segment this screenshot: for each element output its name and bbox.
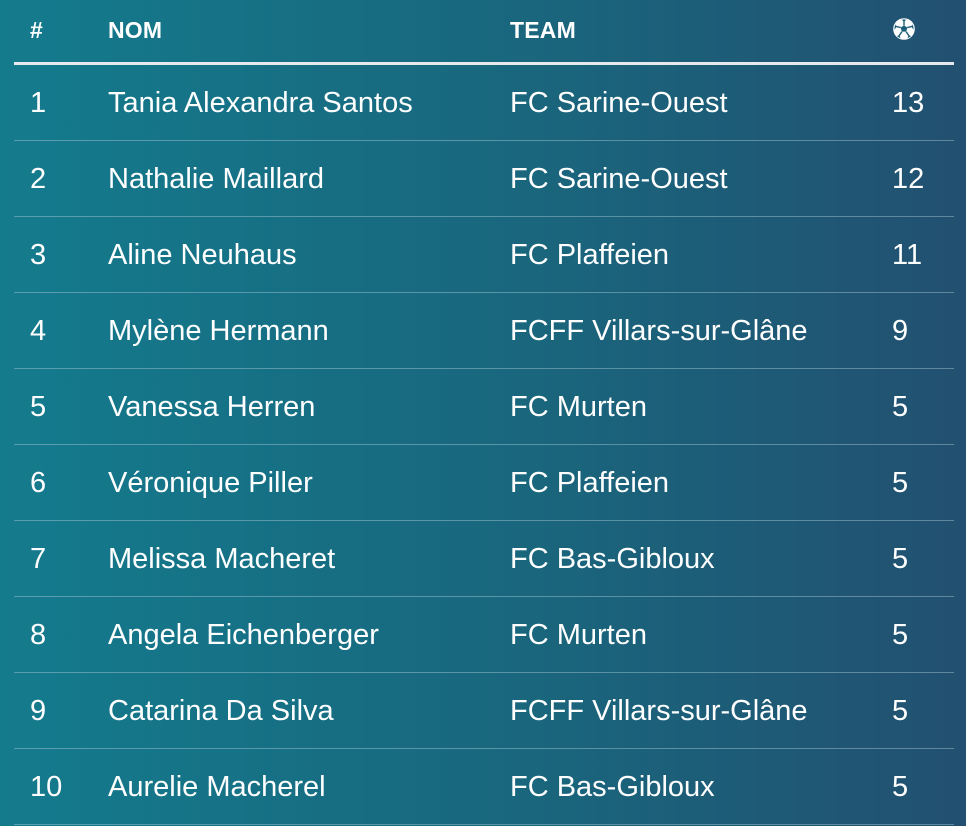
row-team-name: FC Murten bbox=[510, 619, 647, 651]
row-goals: 5 bbox=[892, 391, 909, 423]
row-rank: 1 bbox=[30, 87, 47, 119]
row-team-name: FC Murten bbox=[510, 391, 647, 423]
scorers-table: # NOM TEAM 1 Tania Alexandra Santos FC Sar… bbox=[14, 0, 954, 825]
table-row[interactable]: 8 Angela Eichenberger FC Murten 5 bbox=[14, 597, 954, 673]
soccer-ball-icon bbox=[892, 17, 916, 41]
row-rank: 7 bbox=[30, 543, 47, 575]
row-goals: 5 bbox=[892, 771, 909, 803]
table-row[interactable]: 7 Melissa Macheret FC Bas-Gibloux 5 bbox=[14, 521, 954, 597]
row-goals: 5 bbox=[892, 619, 909, 651]
header-goals[interactable] bbox=[892, 17, 916, 44]
table-body: 1 Tania Alexandra Santos FC Sarine-Ouest 13… bbox=[14, 65, 954, 825]
row-player-name: Véronique Piller bbox=[108, 467, 313, 499]
table-row[interactable]: 4 Mylène Hermann FCFF Villars-sur-Glâne 9 bbox=[14, 293, 954, 369]
row-team-name: FCFF Villars-sur-Glâne bbox=[510, 695, 808, 727]
row-team-name: FC Bas-Gibloux bbox=[510, 771, 715, 803]
row-team-name: FC Plaffeien bbox=[510, 239, 670, 271]
row-rank: 9 bbox=[30, 695, 47, 727]
row-team-name: FC Sarine-Ouest bbox=[510, 163, 728, 195]
header-rank: # bbox=[30, 17, 43, 43]
row-player-name: Aline Neuhaus bbox=[108, 239, 297, 271]
table-row[interactable]: 5 Vanessa Herren FC Murten 5 bbox=[14, 369, 954, 445]
row-rank: 5 bbox=[30, 391, 47, 423]
row-player-name: Nathalie Maillard bbox=[108, 163, 324, 195]
row-goals: 9 bbox=[892, 315, 909, 347]
header-team[interactable]: TEAM bbox=[510, 17, 576, 44]
row-player-name: Catarina Da Silva bbox=[108, 695, 334, 727]
table-row[interactable]: 10 Aurelie Macherel FC Bas-Gibloux 5 bbox=[14, 749, 954, 825]
row-player-name: Angela Eichenberger bbox=[108, 619, 379, 651]
row-team-name: FC Bas-Gibloux bbox=[510, 543, 715, 575]
row-goals: 5 bbox=[892, 695, 909, 727]
table-row[interactable]: 2 Nathalie Maillard FC Sarine-Ouest 12 bbox=[14, 141, 954, 217]
row-rank: 3 bbox=[30, 239, 47, 271]
row-goals: 5 bbox=[892, 543, 909, 575]
table-row[interactable]: 9 Catarina Da Silva FCFF Villars-sur-Glâne… bbox=[14, 673, 954, 749]
row-rank: 8 bbox=[30, 619, 47, 651]
row-player-name: Melissa Macheret bbox=[108, 543, 336, 575]
row-goals: 12 bbox=[892, 163, 925, 195]
row-team-name: FCFF Villars-sur-Glâne bbox=[510, 315, 808, 347]
header-name[interactable]: NOM bbox=[108, 17, 162, 44]
row-player-name: Aurelie Macherel bbox=[108, 771, 326, 803]
row-player-name: Mylène Hermann bbox=[108, 315, 329, 347]
row-rank: 2 bbox=[30, 163, 47, 195]
row-rank: 4 bbox=[30, 315, 47, 347]
table-header: # NOM TEAM bbox=[14, 0, 954, 65]
row-team-name: FC Plaffeien bbox=[510, 467, 670, 499]
row-player-name: Vanessa Herren bbox=[108, 391, 316, 423]
row-player-name: Tania Alexandra Santos bbox=[108, 87, 413, 119]
table-row[interactable]: 1 Tania Alexandra Santos FC Sarine-Ouest 13 bbox=[14, 65, 954, 141]
row-goals: 11 bbox=[892, 239, 923, 271]
table-row[interactable]: 6 Véronique Piller FC Plaffeien 5 bbox=[14, 445, 954, 521]
row-goals: 13 bbox=[892, 87, 925, 119]
table-row[interactable]: 3 Aline Neuhaus FC Plaffeien 11 bbox=[14, 217, 954, 293]
row-rank: 10 bbox=[30, 771, 63, 803]
row-team-name: FC Sarine-Ouest bbox=[510, 87, 728, 119]
row-rank: 6 bbox=[30, 467, 47, 499]
row-goals: 5 bbox=[892, 467, 909, 499]
